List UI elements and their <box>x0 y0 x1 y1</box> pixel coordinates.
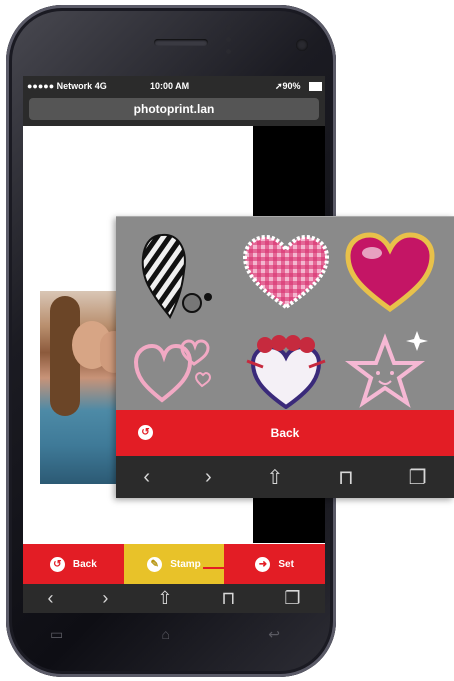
share-icon[interactable]: ⇧ <box>157 588 172 609</box>
sparkle-star-stamp[interactable] <box>340 325 440 410</box>
set-label: Set <box>278 558 294 570</box>
back-button[interactable]: ↺ Back <box>23 544 124 584</box>
battery-indicator: ➚90% <box>275 81 301 91</box>
tabs-icon[interactable]: ❐ <box>409 465 427 490</box>
url-field[interactable]: photoprint.lan <box>29 98 319 120</box>
chevron-left-icon[interactable]: ‹ <box>143 466 150 489</box>
front-camera <box>296 39 308 51</box>
carrier-label: ●●●●● Network 4G <box>27 81 107 91</box>
address-bar: photoprint.lan <box>23 96 325 126</box>
menu-key-icon[interactable]: ▭ <box>50 626 63 643</box>
gingham-heart-stamp[interactable] <box>236 227 336 319</box>
hardware-keys: ▭ ⌂ ↩ <box>50 626 280 643</box>
status-bar: ●●●●● Network 4G 10:00 AM ➚90% <box>23 76 325 96</box>
bird-heart-stamp[interactable] <box>236 325 336 410</box>
popup-back-label: Back <box>270 426 300 440</box>
callout-connector <box>203 567 225 569</box>
stamp-picker-popup: ↺ Back ‹ › ⇧ ⊓ ❐ <box>116 216 454 498</box>
speaker-grille <box>154 39 208 46</box>
set-button[interactable]: ➜ Set <box>224 544 325 584</box>
chevron-right-icon[interactable]: › <box>102 588 108 609</box>
back-arrow-icon: ↺ <box>49 556 65 572</box>
stamp-label: Stamp <box>170 558 201 570</box>
sensor-dot <box>226 49 231 54</box>
striped-heart-stamp[interactable] <box>130 225 230 321</box>
bookmarks-icon[interactable]: ⊓ <box>221 588 235 609</box>
outline-hearts-stamp[interactable] <box>130 325 230 410</box>
chevron-left-icon[interactable]: ‹ <box>47 588 53 609</box>
stamp-grid <box>116 217 454 410</box>
back-label: Back <box>72 558 97 570</box>
browser-toolbar: ‹ › ⇧ ⊓ ❐ <box>23 584 325 613</box>
pencil-icon: ✎ <box>147 556 163 572</box>
app-action-bar: ↺ Back ✎ Stamp ➜ Set <box>23 544 325 584</box>
popup-back-button[interactable]: ↺ Back <box>116 410 454 456</box>
bookmarks-icon[interactable]: ⊓ <box>338 465 354 490</box>
clock: 10:00 AM <box>150 81 190 91</box>
sensor-dot <box>226 25 231 30</box>
battery-icon <box>309 82 322 91</box>
tabs-icon[interactable]: ❐ <box>284 588 300 609</box>
home-key-icon[interactable]: ⌂ <box>162 626 170 643</box>
pink-gloss-heart-stamp[interactable] <box>340 225 440 321</box>
back-key-icon[interactable]: ↩ <box>268 626 280 643</box>
share-icon[interactable]: ⇧ <box>266 465 283 490</box>
arrow-right-icon: ➜ <box>255 556 271 572</box>
sensor-dot <box>226 37 231 42</box>
stamp-button[interactable]: ✎ Stamp <box>123 544 225 584</box>
popup-browser-toolbar: ‹ › ⇧ ⊓ ❐ <box>116 456 454 498</box>
chevron-right-icon[interactable]: › <box>205 466 212 489</box>
